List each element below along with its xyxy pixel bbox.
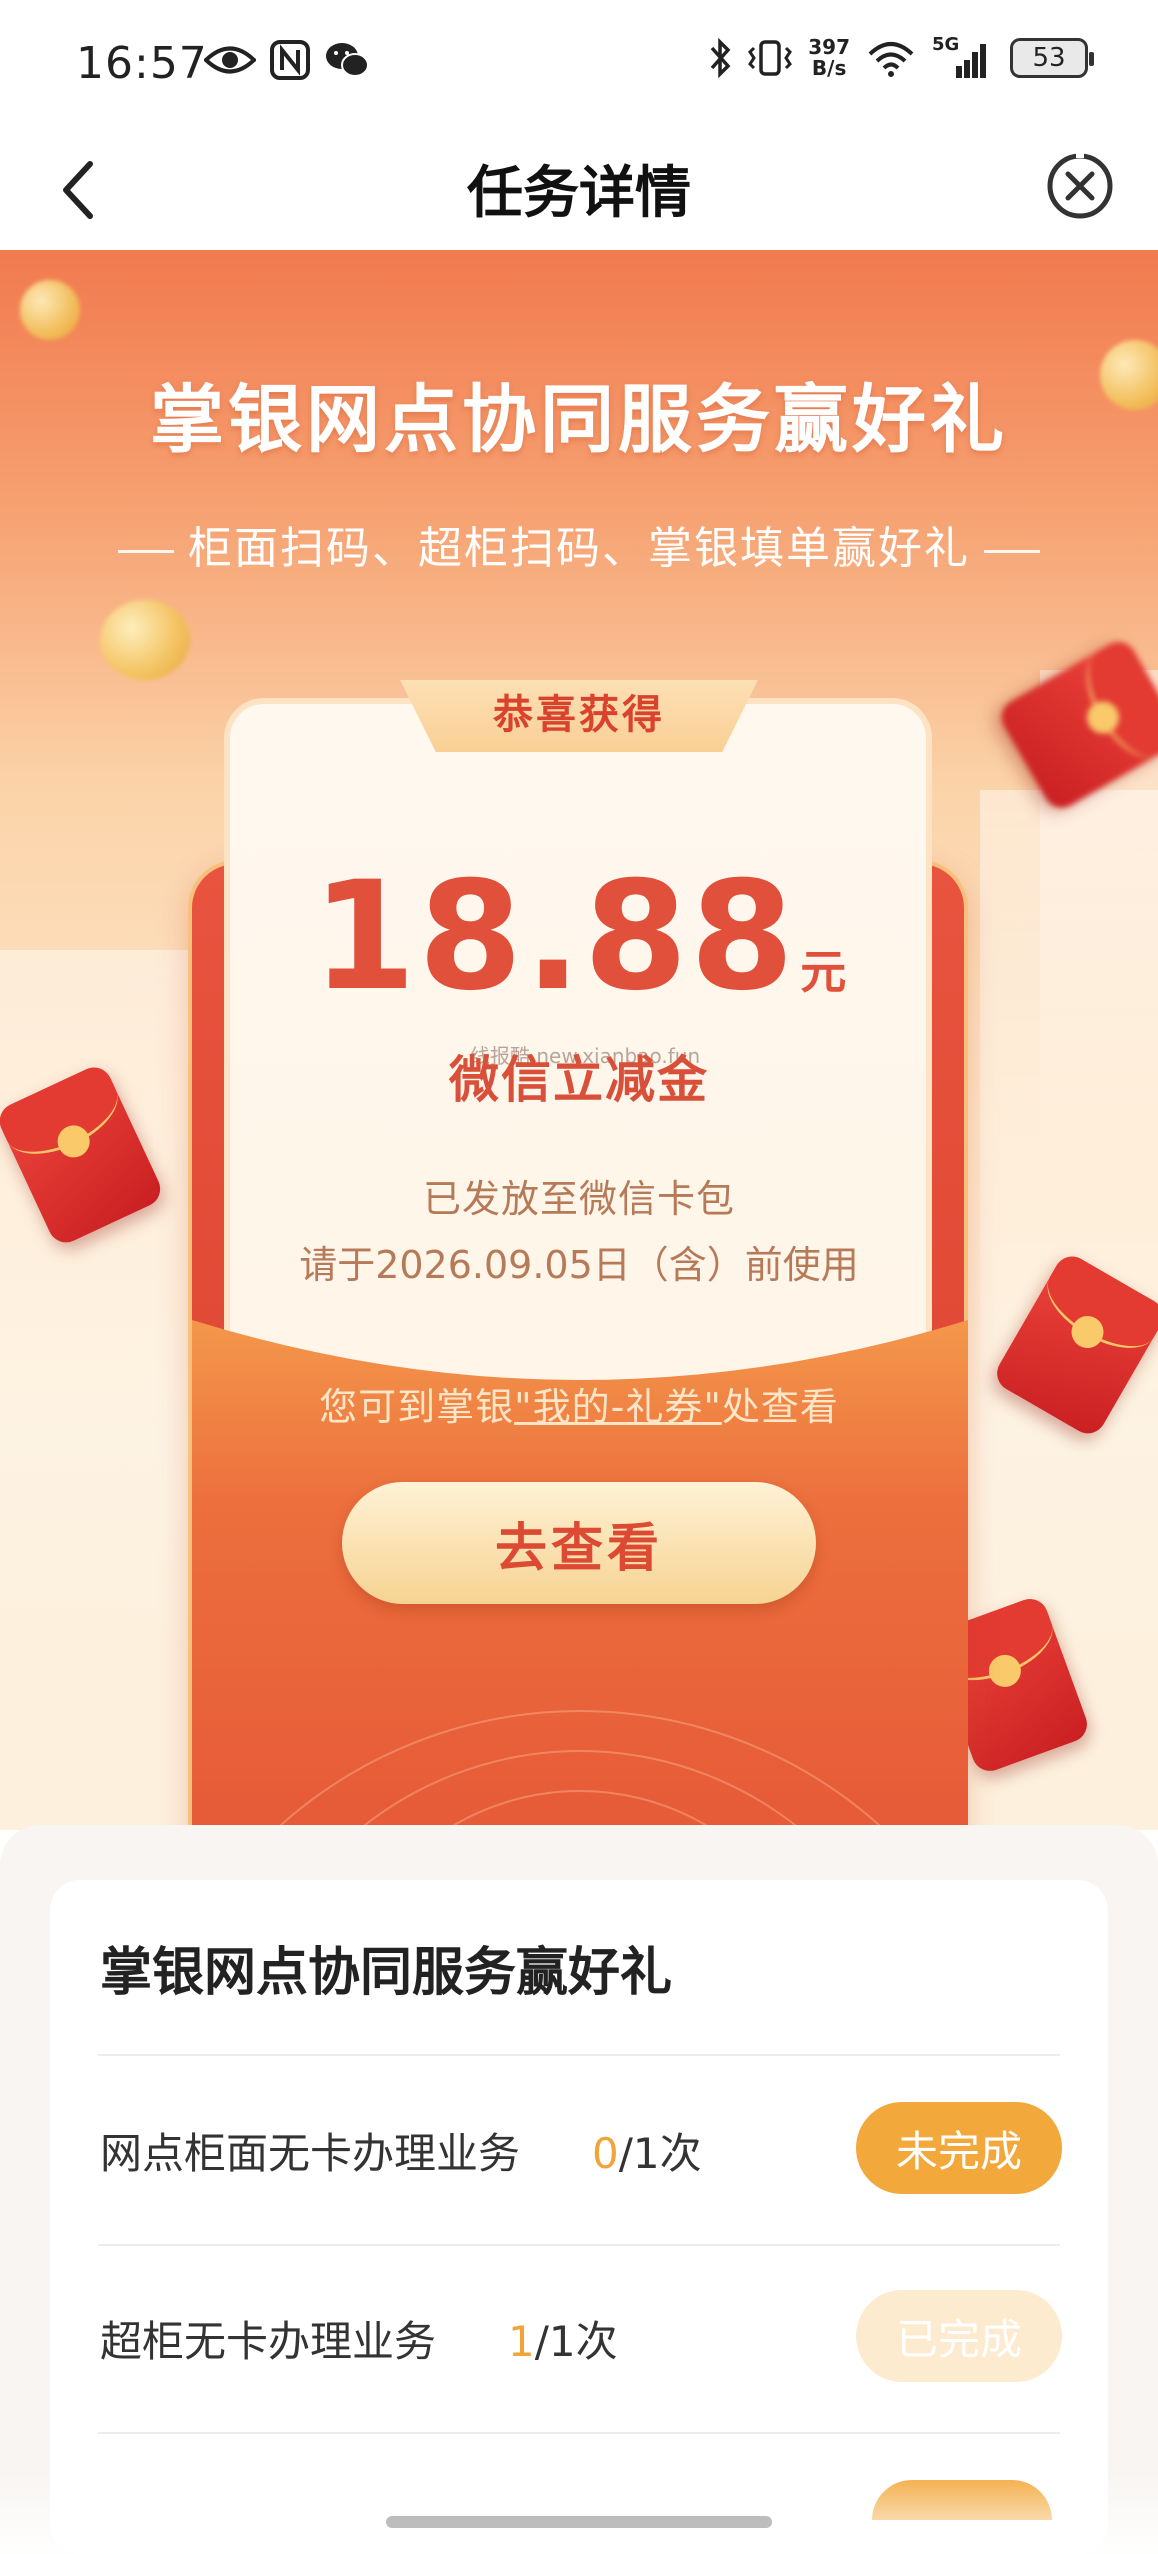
amount-unit: 元 bbox=[800, 945, 847, 999]
decor-arcs bbox=[192, 1650, 968, 1830]
net-speed: 397 B/s bbox=[808, 35, 850, 80]
eye-icon bbox=[204, 46, 256, 74]
close-circle-icon[interactable] bbox=[1044, 150, 1116, 222]
divider bbox=[98, 2054, 1060, 2056]
bottom-fade bbox=[0, 2470, 1158, 2554]
divider bbox=[98, 2432, 1060, 2434]
deadline-text: 请于2026.09.05日（含）前使用 bbox=[299, 1243, 859, 1287]
status-time: 16:57 bbox=[76, 38, 208, 89]
my-coupons-link[interactable]: "我的-礼券" bbox=[514, 1385, 722, 1429]
hero-title: 掌银网点协同服务赢好礼 bbox=[150, 377, 1008, 463]
task-label: 超柜无卡办理业务 bbox=[100, 2317, 437, 2366]
nav-bar: 任务详情 bbox=[0, 130, 1158, 250]
divider bbox=[98, 2244, 1060, 2246]
decor-coin bbox=[100, 600, 190, 680]
page-title: 任务详情 bbox=[467, 161, 691, 226]
task-progress: 1/1次 bbox=[508, 2317, 618, 2366]
task-progress: 0/1次 bbox=[592, 2129, 702, 2178]
hero-banner: 掌银网点协同服务赢好礼 柜面扫码、超柜扫码、掌银填单赢好礼 恭喜获得 18.88… bbox=[0, 250, 1158, 1830]
status-left-icons bbox=[204, 40, 370, 80]
task-status-button[interactable]: 已完成 bbox=[856, 2290, 1062, 2382]
battery-icon: 53 bbox=[1010, 38, 1094, 78]
vibrate-icon bbox=[748, 40, 793, 76]
amount-value: 18.88 bbox=[311, 850, 797, 1024]
signal-icon: 5G bbox=[932, 34, 994, 80]
nfc-icon bbox=[270, 40, 310, 80]
wechat-icon bbox=[326, 43, 369, 77]
status-bar: 16:57 397 B/s 5G 53 bbox=[0, 0, 1158, 130]
sent-text: 已发放至微信卡包 bbox=[422, 1177, 735, 1221]
hero-subtitle: 柜面扫码、超柜扫码、掌银填单赢好礼 bbox=[0, 512, 1158, 576]
task-section-title: 掌银网点协同服务赢好礼 bbox=[100, 1943, 673, 2003]
home-indicator[interactable] bbox=[386, 2516, 772, 2528]
bluetooth-icon bbox=[710, 38, 731, 78]
view-button[interactable]: 去查看 bbox=[342, 1482, 816, 1604]
task-label: 网点柜面无卡办理业务 bbox=[100, 2129, 521, 2178]
status-right-icons: 397 B/s 5G 53 bbox=[708, 34, 1094, 80]
coupon-hint: 您可到掌银"我的-礼券"处查看 bbox=[319, 1385, 839, 1429]
ribbon-label: 恭喜获得 bbox=[493, 692, 665, 738]
reward-type: 微信立减金 bbox=[449, 1051, 709, 1109]
decor-coin bbox=[20, 280, 80, 340]
wifi-icon bbox=[868, 42, 914, 77]
page: 16:57 397 B/s 5G 53 任务详情 掌银网点协同服务赢好礼 柜面扫… bbox=[0, 0, 1158, 2554]
reward-amount: 18.88元 bbox=[0, 850, 1158, 1024]
task-status-button[interactable]: 未完成 bbox=[856, 2102, 1062, 2194]
